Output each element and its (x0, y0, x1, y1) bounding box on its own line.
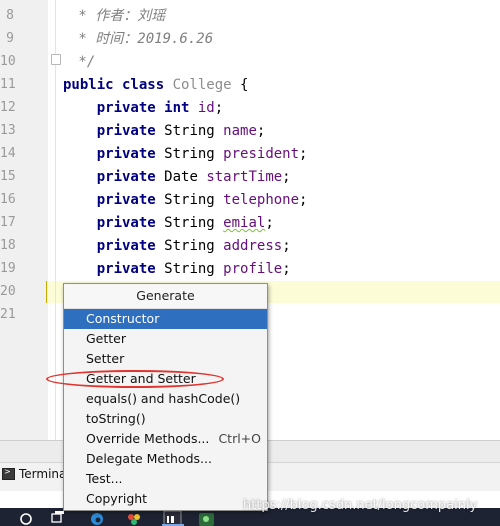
menu-item-label: equals() and hashCode() (86, 391, 241, 406)
line-number: 20 (0, 284, 16, 299)
code-token: College (172, 77, 232, 93)
line-number: 16 (0, 192, 16, 207)
watermark: https://blog.csdn.net/longcompainly (243, 498, 478, 513)
code-token: startTime (206, 169, 283, 185)
search-icon (20, 513, 32, 525)
menu-item-equals-and-hashcode[interactable]: equals() and hashCode() (64, 389, 267, 409)
menu-item-getter[interactable]: Getter (64, 329, 267, 349)
code-token: ; (299, 146, 308, 162)
code-line: private Date startTime; (63, 168, 291, 186)
generate-popup: Generate Constructor Getter Setter Getter a… (63, 283, 268, 511)
code-token: ; (299, 192, 308, 208)
terminal-tab[interactable]: Terminal (2, 467, 70, 481)
code-token: private (63, 123, 165, 139)
menu-item-label: toString() (86, 411, 146, 426)
menu-item-label: Getter (86, 331, 127, 346)
line-number: 17 (0, 215, 16, 230)
code-line: * 时间：2019.6.26 (70, 30, 213, 48)
color-app-icon (128, 514, 140, 525)
code-token: address (223, 238, 283, 254)
code-line: private String address; (63, 237, 291, 255)
generate-popup-title: Generate (64, 284, 267, 309)
code-token: telephone (223, 192, 300, 208)
code-token: String (164, 123, 224, 139)
code-line: private String telephone; (63, 191, 308, 209)
line-number: 18 (0, 238, 16, 253)
menu-item-delegate-methods[interactable]: Delegate Methods... (64, 449, 267, 469)
line-number: 11 (0, 77, 16, 92)
edge-icon (91, 513, 103, 525)
line-number: 9 (6, 31, 14, 46)
code-token: name (223, 123, 257, 139)
menu-item-label: Delegate Methods... (86, 451, 212, 466)
code-token: { (231, 77, 249, 93)
menu-item-copyright[interactable]: Copyright (64, 489, 267, 509)
code-token: president (223, 146, 300, 162)
code-token: */ (70, 54, 96, 70)
code-line: private String profile; (63, 260, 291, 278)
line-number: 14 (0, 146, 16, 161)
menu-item-label: Override Methods... (86, 431, 210, 446)
code-token: private (63, 238, 165, 254)
menu-item-constructor[interactable]: Constructor (64, 309, 267, 329)
fold-marker-icon[interactable] (51, 54, 61, 65)
app-icon (199, 513, 214, 526)
code-token: ; (256, 123, 266, 139)
code-token: ; (214, 100, 224, 116)
line-number: 13 (0, 123, 16, 138)
code-token: String (164, 146, 224, 162)
code-token: String (164, 238, 224, 254)
line-number: 12 (0, 100, 16, 115)
code-token: profile (223, 261, 283, 277)
menu-item-label: Test... (86, 471, 123, 486)
code-token: private (63, 215, 165, 231)
code-token: private (63, 261, 165, 277)
code-token: ; (282, 261, 291, 277)
line-number: 10 (0, 54, 16, 69)
menu-item-override-methods[interactable]: Override Methods... Ctrl+O (64, 429, 267, 449)
text-caret (46, 281, 47, 303)
code-token: ; (282, 169, 291, 185)
code-token: id (197, 100, 215, 116)
code-token: String (164, 261, 224, 277)
menu-item-label: Constructor (86, 311, 160, 326)
menu-item-tostring[interactable]: toString() (64, 409, 267, 429)
line-number: 8 (6, 8, 14, 23)
code-line: private String name; (63, 122, 266, 140)
code-token: emial (223, 215, 266, 231)
line-number: 21 (0, 307, 16, 322)
menu-item-test[interactable]: Test... (64, 469, 267, 489)
code-token: * 时间：2019.6.26 (70, 31, 214, 47)
generate-menu-list: Constructor Getter Setter Getter and Setter… (64, 309, 267, 509)
code-token: public class (63, 77, 173, 93)
code-token: String (164, 192, 224, 208)
line-number: 15 (0, 169, 16, 184)
intellij-icon (162, 510, 184, 526)
line-number: 19 (0, 261, 16, 276)
task-view-icon (51, 511, 64, 523)
code-line: public class College { (63, 76, 248, 94)
code-line: private int id; (63, 99, 223, 117)
code-token: * 作者：刘瑶 (70, 8, 166, 24)
code-line: */ (70, 53, 95, 71)
code-token: private (63, 192, 165, 208)
menu-item-label: Copyright (86, 491, 148, 506)
code-line: private String president; (63, 145, 308, 163)
code-token: private (63, 169, 165, 185)
code-line: private String emial; (63, 214, 274, 232)
code-token: ; (282, 238, 291, 254)
code-token: ; (265, 215, 274, 231)
code-token: private int (63, 100, 198, 116)
code-token: Date (164, 169, 207, 185)
menu-item-label: Setter (86, 351, 125, 366)
menu-item-setter[interactable]: Setter (64, 349, 267, 369)
terminal-icon (2, 467, 15, 480)
code-token: private (63, 146, 165, 162)
annotation-ellipse (46, 370, 224, 388)
menu-item-shortcut: Ctrl+O (218, 431, 261, 446)
code-line: * 作者：刘瑶 (70, 7, 165, 25)
code-token: String (164, 215, 224, 231)
